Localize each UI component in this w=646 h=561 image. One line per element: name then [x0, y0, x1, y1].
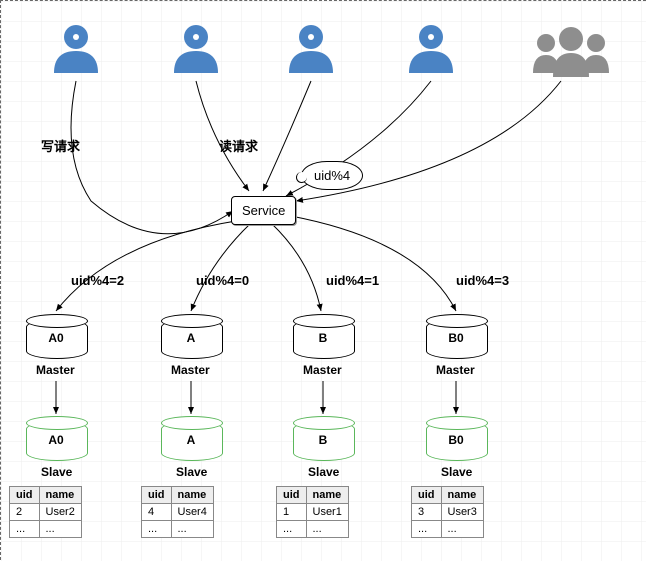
- shard-bubble: uid%4: [301, 161, 363, 190]
- master-label: Master: [303, 363, 342, 377]
- user-icon: [281, 21, 341, 81]
- data-table-3: uidname 3User3 ......: [411, 486, 484, 538]
- diagram-canvas: 写请求 读请求 Service uid%4 uid%4=2 uid%4=0 ui…: [0, 0, 646, 560]
- slave-label: Slave: [41, 465, 72, 479]
- slave-label: Slave: [441, 465, 472, 479]
- data-table-2: uidname 1User1 ......: [276, 486, 349, 538]
- write-request-label: 写请求: [41, 136, 80, 155]
- db-master-0: A0: [26, 319, 86, 357]
- route-label-0: uid%4=2: [71, 273, 124, 288]
- master-label: Master: [36, 363, 75, 377]
- db-slave-1: A: [161, 421, 221, 459]
- route-label-1: uid%4=0: [196, 273, 249, 288]
- user-icon: [46, 21, 106, 81]
- db-master-3: B0: [426, 319, 486, 357]
- db-slave-2: B: [293, 421, 353, 459]
- slave-label: Slave: [176, 465, 207, 479]
- db-slave-0: A0: [26, 421, 86, 459]
- slave-label: Slave: [308, 465, 339, 479]
- read-request-label: 读请求: [219, 136, 258, 155]
- db-master-2: B: [293, 319, 353, 357]
- service-node: Service: [231, 196, 296, 225]
- user-icon: [401, 21, 461, 81]
- db-master-1: A: [161, 319, 221, 357]
- user-icon: [166, 21, 226, 81]
- route-label-2: uid%4=1: [326, 273, 379, 288]
- master-label: Master: [436, 363, 475, 377]
- db-slave-3: B0: [426, 421, 486, 459]
- master-label: Master: [171, 363, 210, 377]
- data-table-1: uidname 4User4 ......: [141, 486, 214, 538]
- route-label-3: uid%4=3: [456, 273, 509, 288]
- data-table-0: uidname 2User2 ......: [9, 486, 82, 538]
- group-icon: [521, 21, 621, 81]
